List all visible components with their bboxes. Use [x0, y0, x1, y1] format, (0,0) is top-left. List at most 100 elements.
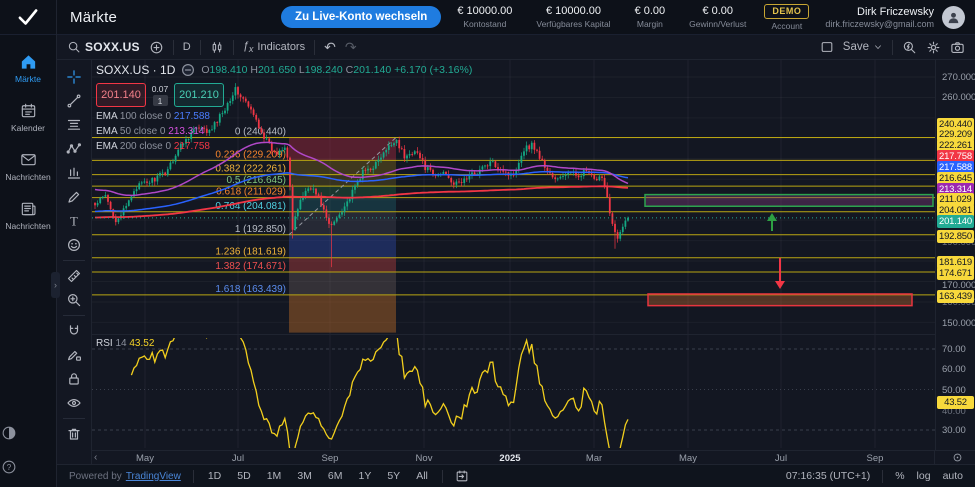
percent-scale-button[interactable]: %	[895, 470, 904, 482]
collapse-legend-icon[interactable]	[181, 63, 195, 77]
stat-value: € 0.00	[635, 5, 666, 17]
range-3m[interactable]: 3M	[295, 469, 314, 483]
quick-search-icon	[902, 40, 917, 55]
time-axis[interactable]: ‹ MayJulSepNov2025MarMayJulSep	[92, 450, 975, 464]
chart-style-button[interactable]	[210, 40, 224, 55]
lot-size[interactable]: 1	[153, 95, 168, 106]
tool-xabcd-pattern[interactable]	[62, 137, 86, 161]
ruler-icon	[66, 268, 82, 284]
range-1m[interactable]: 1M	[265, 469, 284, 483]
tool-crosshair[interactable]	[62, 65, 86, 89]
quick-search-button[interactable]	[902, 40, 917, 55]
symbol-search-button[interactable]: SOXX.US	[67, 40, 140, 54]
quote-panel: 201.140 0.07 1 201.210	[96, 83, 472, 107]
switch-live-account-button[interactable]: Zu Live-Konto wechseln	[281, 6, 441, 28]
account-type[interactable]: DEMO Account	[764, 4, 809, 31]
help-button[interactable]: ?	[0, 458, 56, 476]
change-value: +6.170 (+3.16%)	[394, 64, 472, 76]
tool-lock-all[interactable]	[62, 367, 86, 391]
price-scale-label: 150.000	[942, 318, 975, 329]
rsi-legend[interactable]: RSI 14 43.52	[96, 338, 154, 349]
indicator-legend-ema100[interactable]: EMA 100 close 0 217.588	[96, 111, 472, 122]
user-email: dirk.friczewsky@gmail.com	[825, 19, 934, 29]
save-button[interactable]: Save	[843, 41, 883, 53]
pane-collapse-icon[interactable]: ‹	[94, 452, 97, 463]
scroll-to-realtime-icon[interactable]	[952, 452, 963, 463]
app-header: Märkte Zu Live-Konto wechseln € 10000.00…	[0, 0, 975, 35]
tool-text[interactable]: T	[62, 209, 86, 233]
range-all[interactable]: All	[414, 469, 430, 483]
magnet-icon	[66, 323, 82, 339]
trash-icon	[66, 426, 82, 442]
snapshot-button[interactable]	[950, 40, 965, 55]
clock[interactable]: 07:16:35 (UTC+1)	[786, 470, 870, 482]
stat-label: Margin	[635, 19, 666, 29]
add-symbol-button[interactable]	[149, 40, 164, 55]
redo-button[interactable]: ↷	[345, 39, 357, 56]
range-1y[interactable]: 1Y	[357, 469, 374, 483]
buy-button[interactable]: 201.210	[174, 83, 224, 107]
tool-drawing-mode[interactable]	[62, 343, 86, 367]
tool-ruler[interactable]	[62, 264, 86, 288]
sidebar-item-label: Nachrichten	[0, 172, 56, 182]
tool-trend-line[interactable]	[62, 89, 86, 113]
indicators-button[interactable]: ƒx Indicators	[243, 40, 305, 54]
eye-icon	[66, 395, 82, 411]
time-axis-label: May	[136, 453, 154, 464]
range-5d[interactable]: 5D	[235, 469, 252, 483]
interval-label: D	[183, 41, 191, 53]
undo-button[interactable]: ↶	[324, 39, 336, 56]
interval-button[interactable]: D	[183, 41, 191, 53]
log-scale-button[interactable]: log	[917, 470, 931, 482]
toolbar-divider	[63, 260, 85, 261]
tool-zoom-in[interactable]	[62, 288, 86, 312]
price-badge: 201.140	[937, 215, 974, 228]
auto-scale-button[interactable]: auto	[943, 470, 963, 482]
toolbar-separator	[314, 40, 315, 55]
avatar[interactable]	[942, 6, 965, 29]
range-6m[interactable]: 6M	[326, 469, 345, 483]
tool-forecast[interactable]	[62, 161, 86, 185]
range-5y[interactable]: 5Y	[385, 469, 402, 483]
theme-toggle[interactable]	[0, 424, 56, 442]
tool-magnet[interactable]	[62, 319, 86, 343]
candlestick-icon	[210, 40, 224, 55]
drawing-toolbar: T	[57, 60, 92, 464]
user-info[interactable]: Dirk Friczewsky dirk.friczewsky@gmail.co…	[825, 6, 934, 29]
time-axis-label: May	[679, 453, 697, 464]
legend-symbol-title: SOXX.US · 1D	[96, 63, 175, 77]
sidebar-item-kalender[interactable]: Kalender	[0, 101, 56, 133]
price-badge: 43.52	[937, 396, 974, 409]
indicator-legend-ema50[interactable]: EMA 50 close 0 213.314	[96, 126, 472, 137]
sidebar-item-nachrichten-mail[interactable]: Nachrichten	[0, 150, 56, 182]
price-badge: 192.850	[937, 230, 974, 243]
settings-button[interactable]	[926, 40, 941, 55]
price-badge: 174.671	[937, 267, 974, 280]
sell-button[interactable]: 201.140	[96, 83, 146, 107]
indicator-legend-ema200[interactable]: EMA 200 close 0 217.758	[96, 141, 472, 152]
plus-circle-icon	[149, 40, 164, 55]
svg-text:1.618 (163.439): 1.618 (163.439)	[215, 284, 286, 295]
toolbar-separator	[173, 40, 174, 55]
sidebar-item-nachrichten-news[interactable]: Nachrichten	[0, 199, 56, 231]
svg-text:1.382 (174.671): 1.382 (174.671)	[215, 261, 286, 272]
bottom-separator	[442, 470, 443, 483]
time-axis-label: Jul	[232, 453, 244, 464]
price-scale[interactable]: 270.000260.000190.000170.000160.000150.0…	[935, 60, 975, 464]
stat-gewinn-verlust: € 0.00 Gewinn/Verlust	[689, 5, 746, 29]
layout-button[interactable]	[820, 40, 834, 54]
tool-hide-all[interactable]	[62, 391, 86, 415]
spread-value: 0.07	[149, 84, 171, 94]
indicators-label: Indicators	[257, 41, 305, 53]
toolbar-collapse-handle[interactable]: ›	[51, 272, 60, 298]
bottom-separator	[882, 470, 883, 483]
range-1d[interactable]: 1D	[206, 469, 223, 483]
sidebar-item-maerkte[interactable]: Märkte	[0, 52, 56, 84]
tradingview-link[interactable]: TradingView	[126, 471, 181, 482]
tool-brush[interactable]	[62, 185, 86, 209]
tool-remove-all[interactable]	[62, 422, 86, 446]
tool-fib-retracement[interactable]	[62, 113, 86, 137]
go-to-date-button[interactable]	[455, 469, 469, 483]
app-logo[interactable]	[0, 0, 57, 35]
tool-emoji[interactable]	[62, 233, 86, 257]
